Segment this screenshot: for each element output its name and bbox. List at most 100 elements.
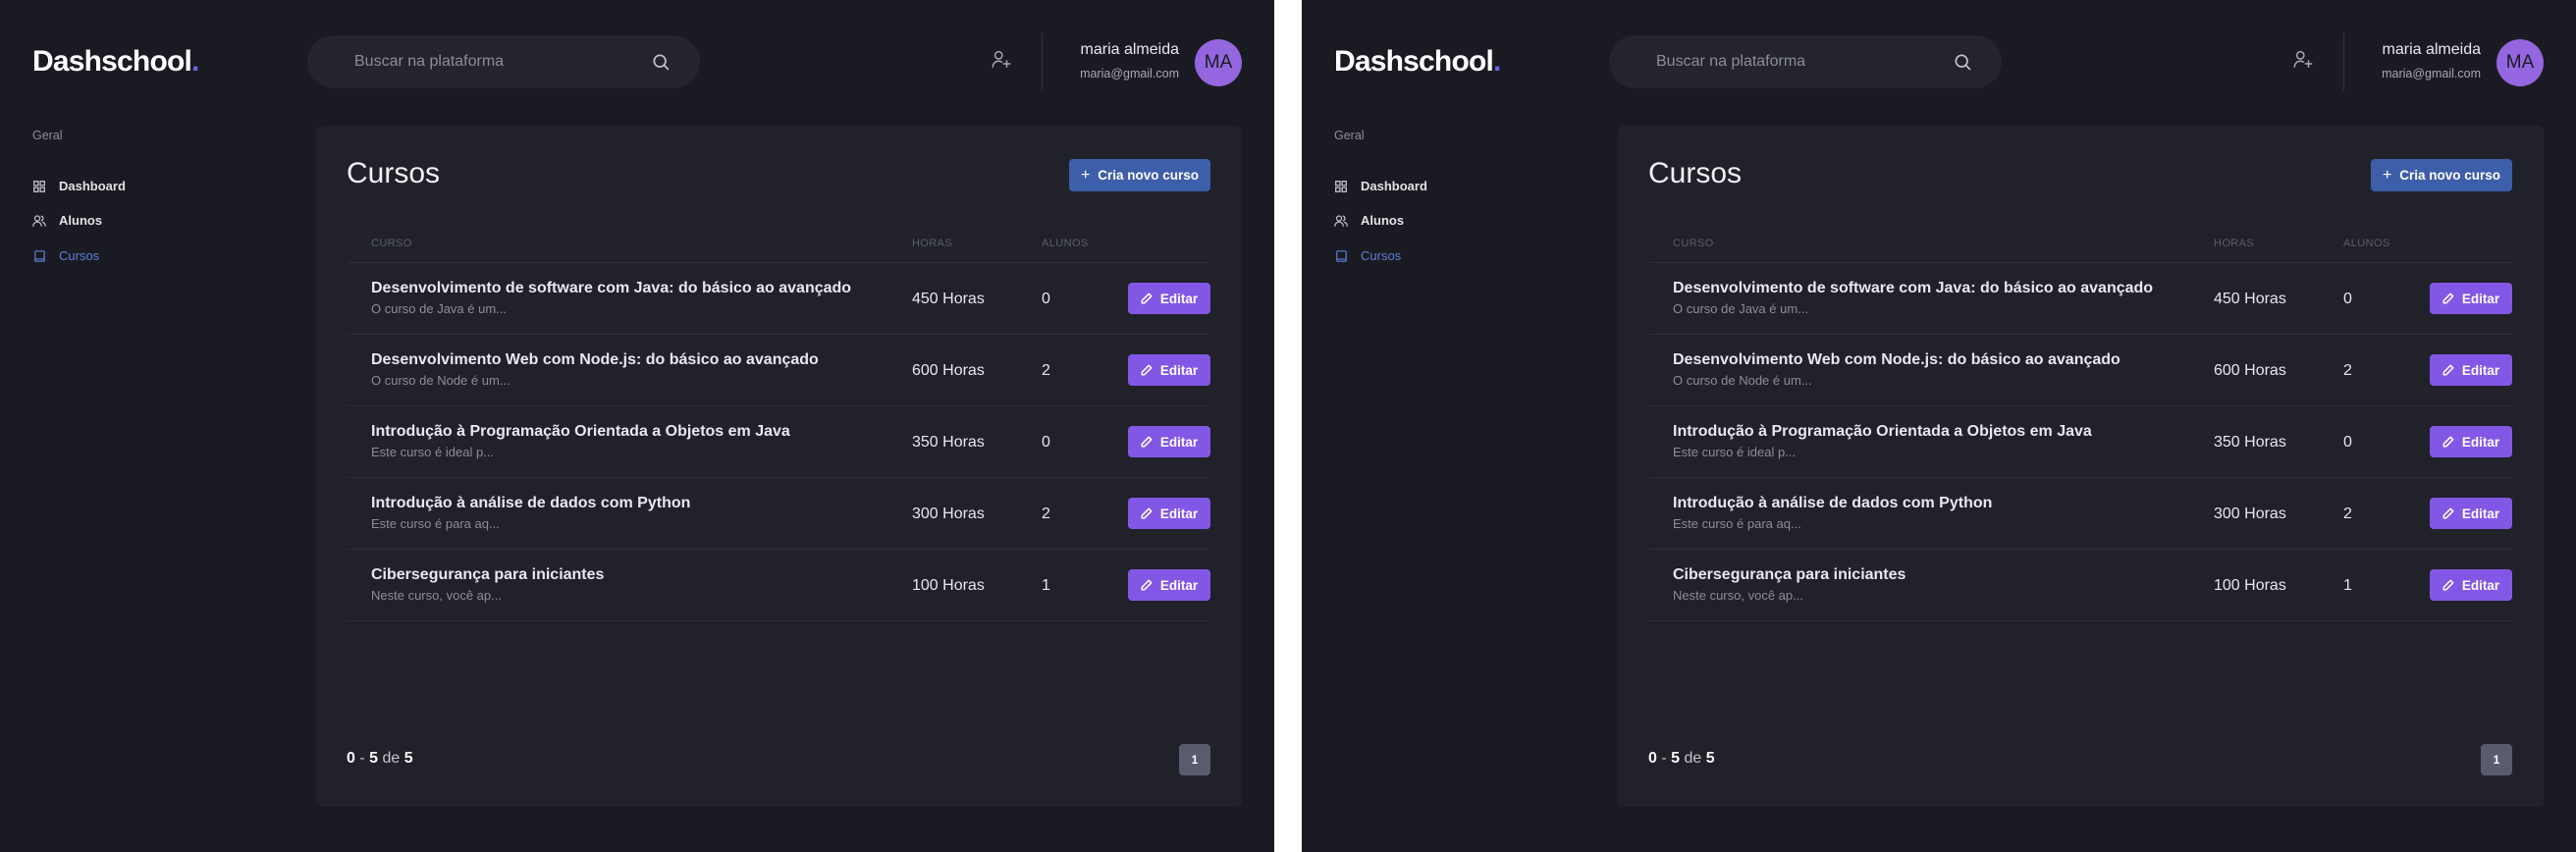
edit-button[interactable]: Editar <box>1128 569 1210 601</box>
course-title: Cibersegurança para iniciantes <box>1673 566 1906 583</box>
table-row[interactable]: Desenvolvimento Web com Node.js: do bási… <box>1649 335 2512 406</box>
course-title: Desenvolvimento de software com Java: do… <box>1673 280 2154 296</box>
sidebar-item-dashboard[interactable]: Dashboard <box>1334 179 1427 193</box>
sidebar-item-alunos[interactable]: Alunos <box>1334 213 1404 228</box>
course-description: Neste curso, você ap... <box>1673 588 1803 603</box>
pencil-icon <box>2442 507 2454 519</box>
course-title: Desenvolvimento Web com Node.js: do bási… <box>371 351 819 368</box>
course-students: 2 <box>1042 506 1050 522</box>
course-students: 0 <box>2343 434 2352 451</box>
table-row[interactable]: Introdução à Programação Orientada a Obj… <box>1649 406 2512 478</box>
edit-button[interactable]: Editar <box>2430 569 2512 601</box>
edit-button[interactable]: Editar <box>1128 354 1210 386</box>
book-icon <box>32 249 46 263</box>
table-row[interactable]: Introdução à análise de dados com Python… <box>1649 478 2512 550</box>
add-user-icon[interactable] <box>989 46 1014 72</box>
users-icon <box>1334 214 1348 228</box>
app-window-right: Dashschool. maria almeida maria@gmail.co… <box>1302 0 2576 852</box>
table-row[interactable]: Cibersegurança para iniciantes Neste cur… <box>348 550 1210 621</box>
pencil-icon <box>2442 579 2454 591</box>
pencil-icon <box>1141 436 1153 448</box>
book-icon <box>1334 249 1348 263</box>
sidebar-item-alunos[interactable]: Alunos <box>32 213 102 228</box>
screenshot-stage: Dashschool. maria almeida maria@gmail.co… <box>0 0 2576 852</box>
course-cell: Desenvolvimento Web com Node.js: do bási… <box>371 350 819 389</box>
course-title: Desenvolvimento de software com Java: do… <box>371 280 852 296</box>
logo-dot: . <box>191 45 199 78</box>
add-user-icon[interactable] <box>2290 46 2316 72</box>
course-description: Neste curso, você ap... <box>371 588 502 603</box>
table-row[interactable]: Introdução à Programação Orientada a Obj… <box>348 406 1210 478</box>
header-curso: CURSO <box>371 238 412 249</box>
edit-button[interactable]: Editar <box>2430 498 2512 529</box>
table-row[interactable]: Desenvolvimento de software com Java: do… <box>1649 263 2512 335</box>
course-students: 0 <box>2343 291 2352 307</box>
edit-button[interactable]: Editar <box>2430 354 2512 386</box>
edit-button[interactable]: Editar <box>1128 283 1210 314</box>
header-alunos: ALUNOS <box>2343 238 2390 249</box>
course-description: O curso de Java é um... <box>1673 301 1809 316</box>
range-start: 0 <box>347 750 355 767</box>
user-info: maria almeida maria@gmail.com <box>1080 40 1179 81</box>
new-course-button[interactable]: + Cria novo curso <box>1069 159 1210 191</box>
table-row[interactable]: Introdução à análise de dados com Python… <box>348 478 1210 550</box>
plus-icon: + <box>2382 166 2392 184</box>
edit-button[interactable]: Editar <box>1128 426 1210 457</box>
search-input[interactable] <box>354 53 649 71</box>
edit-button[interactable]: Editar <box>2430 426 2512 457</box>
edit-label: Editar <box>2461 291 2500 306</box>
avatar[interactable]: MA <box>2496 39 2544 86</box>
edit-label: Editar <box>1159 291 1199 306</box>
course-hours: 350 Horas <box>912 434 985 451</box>
app-window-left: Dashschool. maria almeida maria@gmail.co… <box>0 0 1274 852</box>
pagination-summary: 0 - 5 de 5 <box>347 750 413 767</box>
table-row[interactable]: Desenvolvimento de software com Java: do… <box>348 263 1210 335</box>
search-icon[interactable] <box>1951 50 1974 74</box>
course-cell: Cibersegurança para iniciantes Neste cur… <box>371 565 604 604</box>
course-title: Desenvolvimento Web com Node.js: do bási… <box>1673 351 2120 368</box>
course-hours: 450 Horas <box>912 291 985 307</box>
course-description: O curso de Node é um... <box>1673 373 1812 388</box>
header-horas: HORAS <box>912 238 953 249</box>
logo-text: Dashschool <box>1334 45 1494 78</box>
pencil-icon <box>2442 436 2454 448</box>
edit-label: Editar <box>1159 577 1199 593</box>
app-logo[interactable]: Dashschool. <box>32 45 199 79</box>
search-icon[interactable] <box>649 50 672 74</box>
edit-button[interactable]: Editar <box>2430 283 2512 314</box>
sidebar-item-cursos[interactable]: Cursos <box>32 248 99 263</box>
new-course-label: Cria novo curso <box>1098 168 1200 183</box>
search-bar <box>1609 35 2002 88</box>
user-email: maria@gmail.com <box>1080 67 1179 80</box>
sidebar-item-label: Dashboard <box>59 179 126 193</box>
user-email: maria@gmail.com <box>2382 67 2481 80</box>
search-input[interactable] <box>1656 53 1951 71</box>
pencil-icon <box>2442 293 2454 304</box>
sidebar-item-label: Alunos <box>1361 213 1405 228</box>
pencil-icon <box>1141 364 1153 376</box>
course-description: Este curso é para aq... <box>1673 516 1801 531</box>
sidebar-section-label: Geral <box>32 129 63 142</box>
sidebar-item-label: Alunos <box>59 213 103 228</box>
page-title: Cursos <box>1648 157 1743 189</box>
new-course-button[interactable]: + Cria novo curso <box>2371 159 2512 191</box>
edit-button[interactable]: Editar <box>1128 498 1210 529</box>
course-title: Cibersegurança para iniciantes <box>371 566 605 583</box>
course-cell: Introdução à análise de dados com Python… <box>371 494 690 532</box>
course-title: Introdução à Programação Orientada a Obj… <box>1673 423 2092 440</box>
edit-label: Editar <box>1159 506 1199 521</box>
courses-card: Cursos + Cria novo curso CURSO HORAS ALU… <box>1618 126 2544 807</box>
edit-label: Editar <box>2461 434 2500 450</box>
page-button[interactable]: 1 <box>1179 744 1210 775</box>
page-button[interactable]: 1 <box>2481 744 2512 775</box>
app-logo[interactable]: Dashschool. <box>1334 45 1501 79</box>
avatar[interactable]: MA <box>1195 39 1242 86</box>
sidebar-item-cursos[interactable]: Cursos <box>1334 248 1401 263</box>
table-row[interactable]: Desenvolvimento Web com Node.js: do bási… <box>348 335 1210 406</box>
range-total: 5 <box>403 750 413 767</box>
course-cell: Desenvolvimento Web com Node.js: do bási… <box>1673 350 2120 389</box>
edit-label: Editar <box>1159 362 1199 378</box>
pagination-summary: 0 - 5 de 5 <box>1648 750 1715 767</box>
table-row[interactable]: Cibersegurança para iniciantes Neste cur… <box>1649 550 2512 621</box>
sidebar-item-dashboard[interactable]: Dashboard <box>32 179 126 193</box>
